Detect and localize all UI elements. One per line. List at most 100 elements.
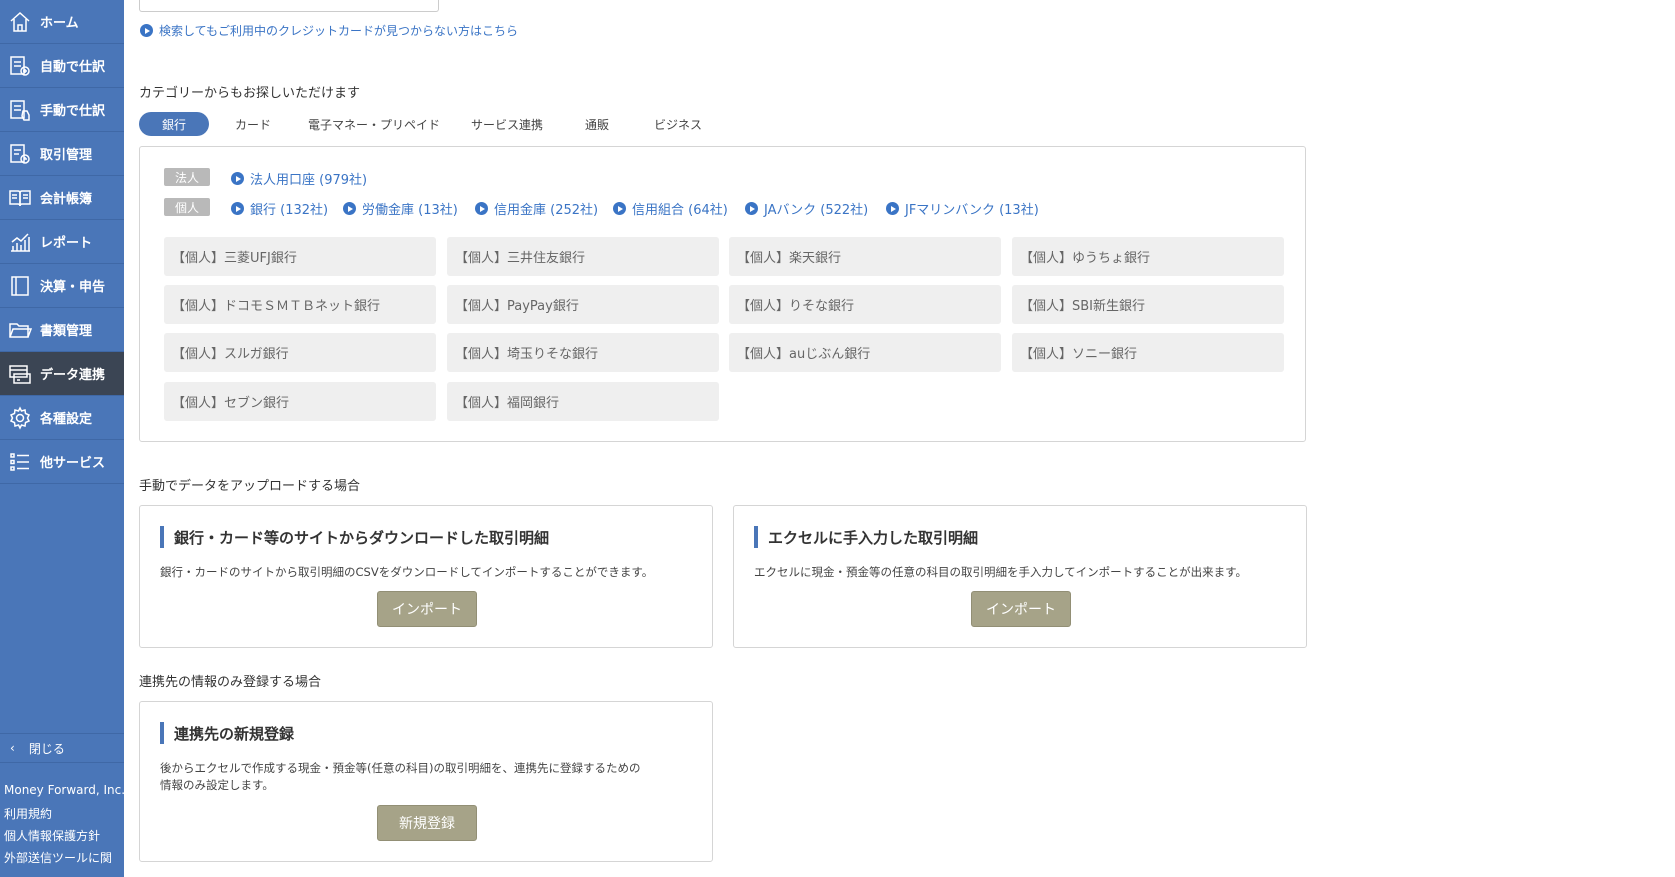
sidebar-item-label: 取引管理 xyxy=(40,148,93,163)
bank-button-seven[interactable]: 【個人】セブン銀行 xyxy=(164,382,436,421)
sidebar-item-auto-journal[interactable]: 自動で仕訳 xyxy=(0,44,124,88)
sidebar-item-label: 自動で仕訳 xyxy=(40,60,106,75)
corporate-account-link[interactable]: 法人用口座 (979社) xyxy=(231,169,367,188)
category-section-title: カテゴリーからもお探しいただけます xyxy=(139,86,361,101)
new-registration-desc-line1: 後からエクセルで作成する現金・預金等(任意の科目)の取引明細を、連携先に登録する… xyxy=(160,761,641,775)
bank-button-smbc[interactable]: 【個人】三井住友銀行 xyxy=(447,237,719,276)
sidebar-item-home[interactable]: ホーム xyxy=(0,0,124,44)
sidebar-item-report[interactable]: レポート xyxy=(0,220,124,264)
new-registration-button[interactable]: 新規登録 xyxy=(377,805,477,841)
play-circle-icon xyxy=(886,202,899,215)
sidebar-item-documents[interactable]: 書類管理 xyxy=(0,308,124,352)
bank-button-rakuten[interactable]: 【個人】楽天銀行 xyxy=(729,237,1001,276)
bank-link[interactable]: 銀行 (132社) xyxy=(231,199,328,218)
company-name: Money Forward, Inc. xyxy=(4,783,126,797)
new-registration-desc-line2: 情報のみ設定します。 xyxy=(160,778,274,792)
link-label: 労働金庫 (13社) xyxy=(362,203,458,218)
excel-import-description: エクセルに現金・預金等の任意の科目の取引明細を手入力してインポートすることが出来… xyxy=(754,565,1247,579)
sidebar-item-label: 手動で仕訳 xyxy=(40,104,106,119)
link-label: 法人用口座 (979社) xyxy=(250,173,368,188)
card-not-found-label: 検索してもご利用中のクレジットカードが見つからない方はこちら xyxy=(159,24,519,38)
shinkin-bank-link[interactable]: 信用金庫 (252社) xyxy=(475,199,598,218)
search-input-bottom[interactable] xyxy=(139,0,439,12)
play-circle-icon xyxy=(231,172,244,185)
sidebar-item-label: ホーム xyxy=(40,16,79,31)
bank-button-fukuoka[interactable]: 【個人】福岡銀行 xyxy=(447,382,719,421)
bank-button-mufg[interactable]: 【個人】三菱UFJ銀行 xyxy=(164,237,436,276)
personal-tag: 個人 xyxy=(164,198,210,216)
new-registration-description: 後からエクセルで作成する現金・預金等(任意の科目)の取引明細を、連携先に登録する… xyxy=(160,760,640,794)
bank-button-yucho[interactable]: 【個人】ゆうちょ銀行 xyxy=(1012,237,1284,276)
bank-button-sbi-shinsei[interactable]: 【個人】SBI新生銀行 xyxy=(1012,285,1284,324)
sidebar-close-button[interactable]: ‹ 閉じる xyxy=(0,733,124,763)
card-not-found-link[interactable]: 検索してもご利用中のクレジットカードが見つからない方はこちら xyxy=(140,22,518,39)
sidebar-item-label: レポート xyxy=(40,236,93,251)
sidebar-close-label: 閉じる xyxy=(28,741,65,756)
privacy-link[interactable]: 個人情報保護方針 xyxy=(4,827,100,844)
tab-business[interactable]: ビジネス xyxy=(640,112,716,136)
sidebar-item-label: 決算・申告 xyxy=(40,280,106,295)
bank-button-suruga[interactable]: 【個人】スルガ銀行 xyxy=(164,333,436,372)
sidebar-item-label: 書類管理 xyxy=(40,324,93,339)
new-registration-card: 連携先の新規登録 後からエクセルで作成する現金・預金等(任意の科目)の取引明細を… xyxy=(139,701,713,862)
link-label: JAバンク (522社) xyxy=(764,203,869,218)
external-tools-link[interactable]: 外部送信ツールに関 xyxy=(4,849,112,866)
play-circle-icon xyxy=(613,202,626,215)
labor-bank-link[interactable]: 労働金庫 (13社) xyxy=(343,199,458,218)
register-section-title: 連携先の情報のみ登録する場合 xyxy=(139,675,322,690)
sidebar-item-data-link[interactable]: データ連携 xyxy=(0,352,124,396)
bank-button-paypay[interactable]: 【個人】PayPay銀行 xyxy=(447,285,719,324)
link-label: 信用組合 (64社) xyxy=(632,203,728,218)
folder-icon xyxy=(0,308,40,352)
tab-card[interactable]: カード xyxy=(220,112,286,136)
credit-union-link[interactable]: 信用組合 (64社) xyxy=(613,199,728,218)
link-label: 銀行 (132社) xyxy=(250,203,329,218)
transaction-icon xyxy=(0,132,40,176)
tab-emoney-prepaid[interactable]: 電子マネー・プリペイド xyxy=(300,112,448,136)
play-circle-icon xyxy=(475,202,488,215)
corporate-tag: 法人 xyxy=(164,168,210,186)
link-label: 信用金庫 (252社) xyxy=(494,203,599,218)
bank-button-docomo-smtb[interactable]: 【個人】ドコモＳＭＴＢネット銀行 xyxy=(164,285,436,324)
bank-button-saitama-resona[interactable]: 【個人】埼玉りそな銀行 xyxy=(447,333,719,372)
bank-button-au-jibun[interactable]: 【個人】auじぶん銀行 xyxy=(729,333,1001,372)
manual-upload-section-title: 手動でデータをアップロードする場合 xyxy=(139,479,361,494)
tab-bank[interactable]: 銀行 xyxy=(139,112,209,136)
excel-import-heading: エクセルに手入力した取引明細 xyxy=(754,526,978,548)
data-link-icon xyxy=(0,352,40,396)
csv-import-heading: 銀行・カード等のサイトからダウンロードした取引明細 xyxy=(160,526,549,548)
sidebar-item-other-services[interactable]: 他サービス xyxy=(0,440,124,484)
play-circle-icon xyxy=(343,202,356,215)
sidebar-item-ledger[interactable]: 会計帳簿 xyxy=(0,176,124,220)
tab-online-shopping[interactable]: 通販 xyxy=(566,112,628,136)
sidebar-item-tax-filing[interactable]: 決算・申告 xyxy=(0,264,124,308)
play-circle-icon xyxy=(745,202,758,215)
chevron-left-icon: ‹ xyxy=(10,741,15,755)
csv-import-button[interactable]: インポート xyxy=(377,591,477,627)
bank-button-resona[interactable]: 【個人】りそな銀行 xyxy=(729,285,1001,324)
link-label: JFマリンバンク (13社) xyxy=(905,203,1039,218)
sidebar-item-label: 他サービス xyxy=(40,456,106,471)
bank-category-panel: 法人 法人用口座 (979社) 個人 銀行 (132社) 労働金庫 (13社) … xyxy=(139,146,1306,442)
report-chart-icon xyxy=(0,220,40,264)
home-icon xyxy=(0,0,40,44)
sidebar-item-settings[interactable]: 各種設定 xyxy=(0,396,124,440)
ja-bank-link[interactable]: JAバンク (522社) xyxy=(745,199,868,218)
sidebar-item-label: データ連携 xyxy=(40,368,106,383)
gear-icon xyxy=(0,396,40,440)
new-registration-heading: 連携先の新規登録 xyxy=(160,722,294,744)
list-icon xyxy=(0,440,40,484)
csv-import-description: 銀行・カードのサイトから取引明細のCSVをダウンロードしてインポートすることがで… xyxy=(160,565,654,579)
play-circle-icon xyxy=(140,24,153,37)
sidebar-item-label: 会計帳簿 xyxy=(40,192,93,207)
tab-service-link[interactable]: サービス連携 xyxy=(462,112,552,136)
ledger-book-icon xyxy=(0,176,40,220)
excel-import-card: エクセルに手入力した取引明細 エクセルに現金・預金等の任意の科目の取引明細を手入… xyxy=(733,505,1307,648)
sidebar-item-transactions[interactable]: 取引管理 xyxy=(0,132,124,176)
play-circle-icon xyxy=(231,202,244,215)
sidebar-item-manual-journal[interactable]: 手動で仕訳 xyxy=(0,88,124,132)
bank-button-sony[interactable]: 【個人】ソニー銀行 xyxy=(1012,333,1284,372)
excel-import-button[interactable]: インポート xyxy=(971,591,1071,627)
jf-marine-bank-link[interactable]: JFマリンバンク (13社) xyxy=(886,199,1039,218)
terms-link[interactable]: 利用規約 xyxy=(4,805,52,822)
